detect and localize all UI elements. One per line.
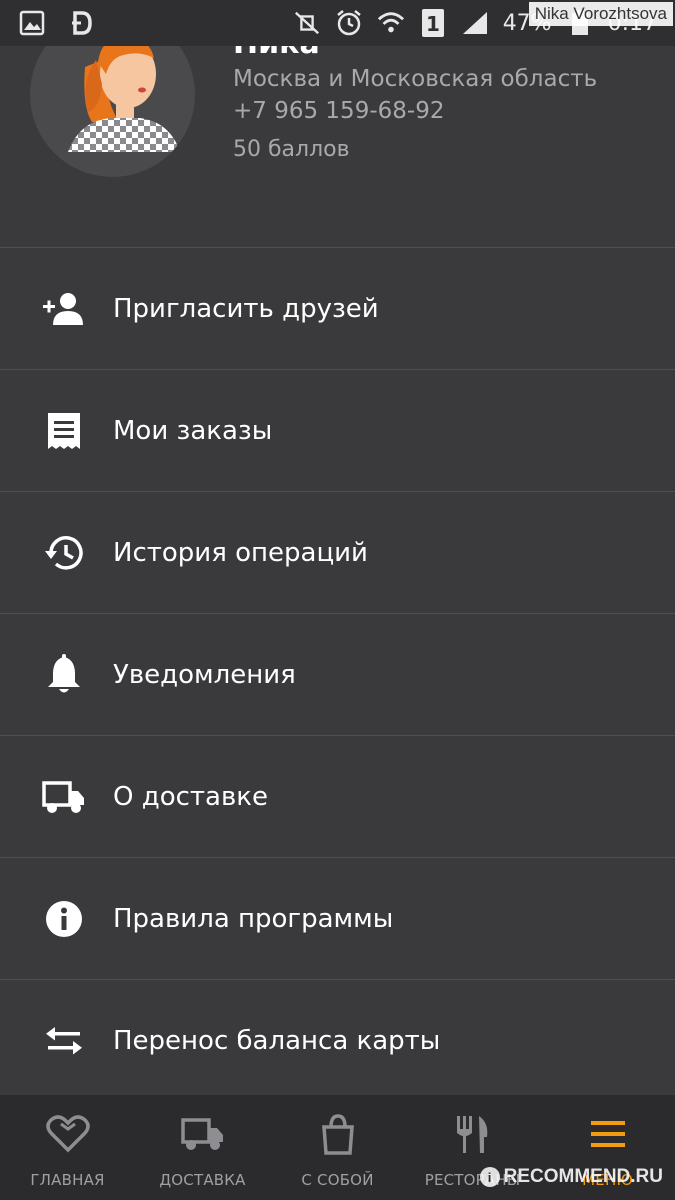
nav-tab-delivery[interactable]: ДОСТАВКА — [135, 1095, 270, 1200]
bag-icon — [313, 1109, 363, 1159]
hamburger-menu-icon — [583, 1109, 633, 1159]
fork-knife-icon — [448, 1109, 498, 1159]
nav-label: С СОБОЙ — [301, 1171, 374, 1189]
nav-label: ГЛАВНАЯ — [30, 1171, 105, 1189]
truck-icon — [40, 773, 88, 821]
add-friend-icon — [40, 285, 88, 333]
transfer-icon — [40, 1017, 88, 1065]
signal-icon — [461, 9, 489, 37]
menu-item-invite-friends[interactable]: Пригласить друзей — [0, 247, 675, 369]
nav-tab-takeaway[interactable]: С СОБОЙ — [270, 1095, 405, 1200]
info-icon — [40, 895, 88, 943]
account-menu: Пригласить друзей Мои заказы История опе… — [0, 247, 675, 1101]
menu-item-label: Уведомления — [113, 659, 296, 690]
d-app-icon — [68, 9, 96, 37]
watermark-logo-icon: i — [479, 1167, 500, 1187]
menu-item-program-rules[interactable]: Правила программы — [0, 857, 675, 979]
sim-icon: 1 — [419, 9, 447, 37]
menu-item-label: Правила программы — [113, 903, 394, 934]
watermark-site: i RECOMMEND.RU — [479, 1166, 663, 1188]
profile-phone: +7 965 159-68-92 — [233, 98, 445, 124]
menu-item-my-orders[interactable]: Мои заказы — [0, 369, 675, 491]
nav-tab-home[interactable]: ГЛАВНАЯ — [0, 1095, 135, 1200]
history-icon — [40, 529, 88, 577]
watermark-site-text: RECOMMEND.RU — [503, 1166, 663, 1187]
gallery-icon — [18, 9, 46, 37]
menu-item-history[interactable]: История операций — [0, 491, 675, 613]
nav-label: ДОСТАВКА — [159, 1171, 246, 1189]
menu-item-label: Пригласить друзей — [113, 293, 379, 324]
menu-item-balance-transfer[interactable]: Перенос баланса карты — [0, 979, 675, 1101]
profile-points: 50 баллов — [233, 137, 350, 162]
receipt-icon — [40, 407, 88, 455]
profile-region: Москва и Московская область — [233, 66, 598, 92]
menu-item-notifications[interactable]: Уведомления — [0, 613, 675, 735]
watermark-username: Nika Vorozhtsova — [528, 2, 673, 26]
menu-item-label: Перенос баланса карты — [113, 1025, 441, 1056]
bell-icon — [40, 651, 88, 699]
menu-item-label: О доставке — [113, 781, 269, 812]
menu-item-label: Мои заказы — [113, 415, 273, 446]
wifi-icon — [377, 9, 405, 37]
status-bar: 1 47% 0:17 Nika Vorozhtsova — [0, 0, 675, 46]
alarm-icon — [335, 9, 363, 37]
menu-item-delivery-info[interactable]: О доставке — [0, 735, 675, 857]
sim-slot-number: 1 — [426, 12, 440, 36]
heart-icon — [43, 1109, 93, 1159]
menu-item-label: История операций — [113, 537, 368, 568]
mute-icon — [293, 9, 321, 37]
truck-icon — [178, 1109, 228, 1159]
bottom-navigation: ГЛАВНАЯ ДОСТАВКА С СОБОЙ РЕСТОРАНЫ МЕНЮ … — [0, 1095, 675, 1200]
